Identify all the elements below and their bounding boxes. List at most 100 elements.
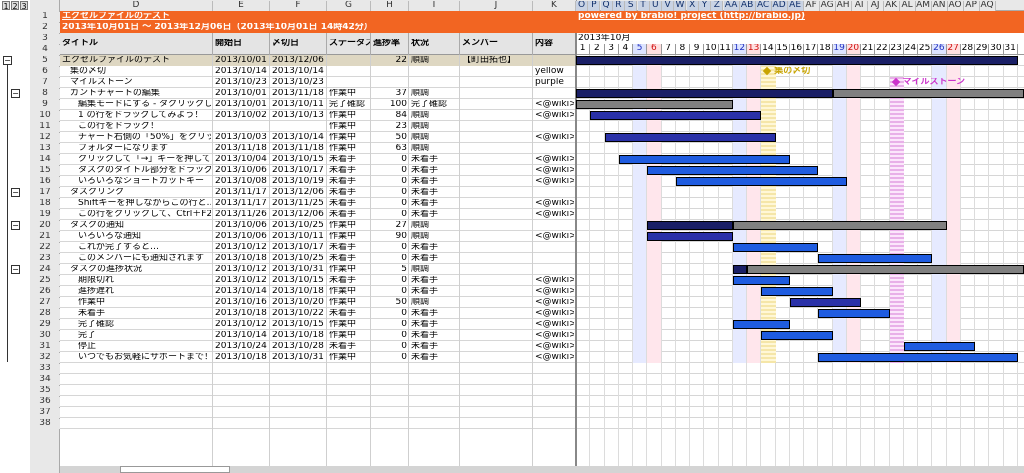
cell-state[interactable]: 未着手 xyxy=(411,331,458,340)
row-number[interactable]: 27 xyxy=(30,298,60,308)
gantt-bar[interactable] xyxy=(618,155,790,164)
cell-state[interactable]: 未着手 xyxy=(411,342,458,351)
row-number[interactable]: 25 xyxy=(30,276,60,286)
row-number[interactable]: 1 xyxy=(30,12,60,22)
gantt-bar[interactable] xyxy=(761,287,833,296)
cell-end[interactable]: 2013/10/18 xyxy=(272,331,325,340)
cell-start[interactable]: 2013/10/14 xyxy=(215,331,268,340)
cell-title[interactable]: 完了確認 xyxy=(78,320,211,329)
column-header-AF[interactable]: AF xyxy=(803,1,820,11)
row-number[interactable]: 36 xyxy=(30,397,60,407)
column-header-AC[interactable]: AC xyxy=(755,1,772,11)
cell-start[interactable]: 2013/11/18 xyxy=(215,144,268,153)
cell-pct[interactable]: 50 xyxy=(373,133,407,142)
cell-pct[interactable]: 0 xyxy=(373,276,407,285)
row-number[interactable]: 13 xyxy=(30,144,60,154)
cell-status[interactable]: 未着手 xyxy=(329,210,369,219)
cell-status[interactable]: 作業中 xyxy=(329,89,369,98)
column-header-I[interactable]: I xyxy=(409,1,460,11)
cell-status[interactable]: 未着手 xyxy=(329,342,369,351)
cell-status[interactable]: 作業中 xyxy=(329,287,369,296)
column-header-P[interactable]: P xyxy=(588,1,601,11)
column-header-AQ[interactable]: AQ xyxy=(979,1,996,11)
cell-state[interactable]: 未着手 xyxy=(411,276,458,285)
row-number[interactable]: 38 xyxy=(30,419,60,429)
cell-title[interactable]: タスクの通知 xyxy=(70,221,211,230)
cell-start[interactable]: 2013/10/01 xyxy=(215,100,268,109)
cell-content[interactable]: <@wiki> xyxy=(535,353,574,362)
cell-content[interactable]: <@wiki> xyxy=(535,100,574,109)
cell-end[interactable]: 2013/10/20 xyxy=(272,298,325,307)
cell-title[interactable]: フォルダーになります xyxy=(78,144,211,153)
cell-start[interactable]: 2013/10/06 xyxy=(215,221,268,230)
column-header-R[interactable]: R xyxy=(612,1,625,11)
column-header-AG[interactable]: AG xyxy=(819,1,836,11)
gantt-bar-progress[interactable] xyxy=(576,89,833,98)
cell-content[interactable]: <@wiki> xyxy=(535,276,574,285)
cell-title[interactable]: エクセルファイルのテスト xyxy=(62,56,211,65)
cell-start[interactable]: 2013/10/01 xyxy=(215,56,268,65)
column-header-U[interactable]: U xyxy=(649,1,662,11)
column-header-F[interactable]: F xyxy=(270,1,327,11)
cell-pct[interactable]: 0 xyxy=(373,353,407,362)
row-number[interactable]: 7 xyxy=(30,78,60,88)
cell-title[interactable]: このメンバーにも通知されます xyxy=(78,254,211,263)
cell-end[interactable]: 2013/10/15 xyxy=(272,320,325,329)
cell-start[interactable]: 2013/11/26 xyxy=(215,210,268,219)
cell-pct[interactable]: 0 xyxy=(373,155,407,164)
outline-level-button[interactable]: 3 xyxy=(20,1,28,11)
cell-pct[interactable]: 0 xyxy=(373,320,407,329)
cell-content[interactable]: <@wiki> xyxy=(535,133,574,142)
row-number[interactable]: 34 xyxy=(30,375,60,385)
cell-start[interactable]: 2013/10/12 xyxy=(215,320,268,329)
cell-content[interactable]: purple xyxy=(535,78,574,87)
sheet-tab[interactable] xyxy=(120,466,230,473)
row-number[interactable]: 8 xyxy=(30,89,60,99)
cell-title[interactable]: 期限切れ xyxy=(78,276,211,285)
cell-end[interactable]: 2013/10/19 xyxy=(272,177,325,186)
collapse-group-button[interactable]: − xyxy=(11,188,20,197)
cell-title[interactable]: Shiftキーを押しながらこの行と… xyxy=(78,199,211,208)
column-header-AN[interactable]: AN xyxy=(931,1,948,11)
cell-content[interactable]: <@wiki> xyxy=(535,342,574,351)
row-number[interactable]: 15 xyxy=(30,166,60,176)
collapse-group-button[interactable]: − xyxy=(11,89,20,98)
column-header-AH[interactable]: AH xyxy=(835,1,852,11)
cell-state[interactable]: 順調 xyxy=(411,298,458,307)
cell-status[interactable]: 作業中 xyxy=(329,298,369,307)
row-number[interactable]: 33 xyxy=(30,364,60,374)
collapse-group-button[interactable]: − xyxy=(3,56,12,65)
gantt-bar[interactable] xyxy=(647,232,733,241)
cell-start[interactable]: 2013/10/18 xyxy=(215,353,268,362)
column-header-AB[interactable]: AB xyxy=(739,1,756,11)
cell-state[interactable]: 完了確認 xyxy=(411,100,458,109)
column-header-O[interactable]: O xyxy=(576,1,588,11)
cell-end[interactable]: 2013/10/22 xyxy=(272,309,325,318)
cell-title[interactable]: これが完了すると… xyxy=(78,243,211,252)
cell-state[interactable]: 順調 xyxy=(411,232,458,241)
cell-content[interactable]: yellow xyxy=(535,67,574,76)
cell-start[interactable]: 2013/10/04 xyxy=(215,155,268,164)
row-number[interactable]: 9 xyxy=(30,100,60,110)
cell-status[interactable]: 未着手 xyxy=(329,199,369,208)
cell-state[interactable]: 未着手 xyxy=(411,155,458,164)
cell-start[interactable]: 2013/10/12 xyxy=(215,276,268,285)
cell-title[interactable]: 進捗遅れ xyxy=(78,287,211,296)
column-header-J[interactable]: J xyxy=(460,1,533,11)
cell-title[interactable]: いろいろなショートカットキー xyxy=(78,177,211,186)
column-header-AO[interactable]: AO xyxy=(947,1,964,11)
row-number[interactable]: 10 xyxy=(30,111,60,121)
cell-end[interactable]: 2013/10/15 xyxy=(272,155,325,164)
cell-status[interactable]: 作業中 xyxy=(329,111,369,120)
row-number[interactable]: 2 xyxy=(30,23,60,33)
column-header-H[interactable]: H xyxy=(371,1,409,11)
cell-start[interactable]: 2013/10/02 xyxy=(215,111,268,120)
cell-start[interactable]: 2013/10/18 xyxy=(215,309,268,318)
row-number[interactable]: 26 xyxy=(30,287,60,297)
cell-pct[interactable]: 90 xyxy=(373,232,407,241)
cell-status[interactable]: 作業中 xyxy=(329,122,369,131)
cell-state[interactable]: 順調 xyxy=(411,221,458,230)
row-number[interactable]: 21 xyxy=(30,232,60,242)
row-number[interactable]: 31 xyxy=(30,342,60,352)
cell-status[interactable]: 作業中 xyxy=(329,320,369,329)
